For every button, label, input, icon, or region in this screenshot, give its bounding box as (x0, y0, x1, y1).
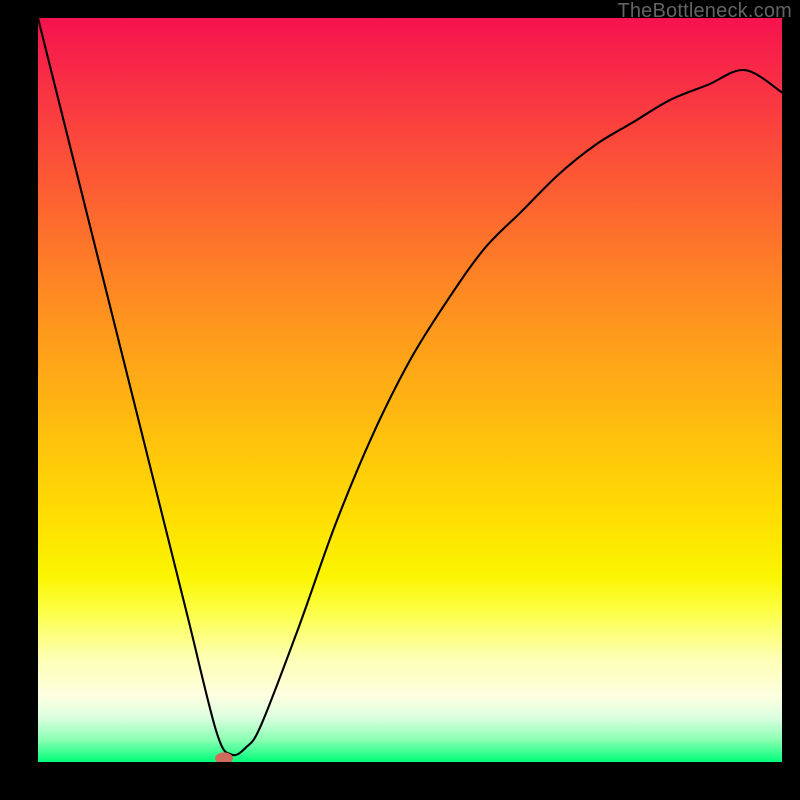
bottleneck-curve (38, 18, 782, 755)
plot-area (38, 18, 782, 762)
chart-container: TheBottleneck.com (0, 0, 800, 800)
curve-svg (38, 18, 782, 762)
